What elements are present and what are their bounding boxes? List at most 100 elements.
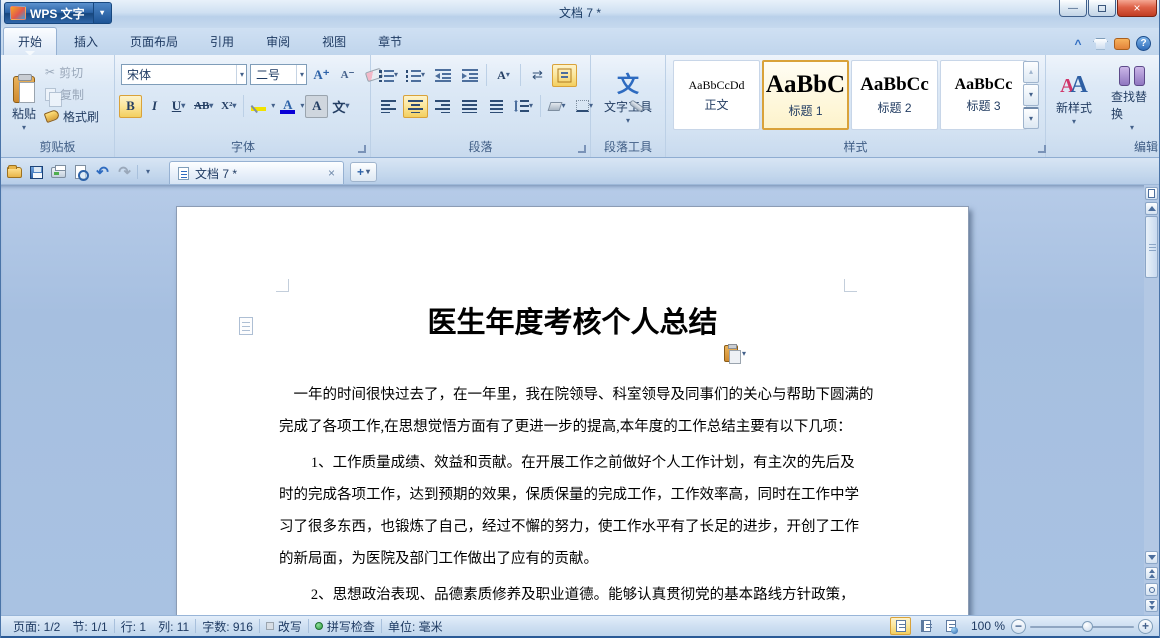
find-replace-button[interactable]: 查找替换 ▾ <box>1104 57 1159 141</box>
decrease-font-button[interactable]: A⁻ <box>336 63 359 86</box>
vertical-scrollbar[interactable] <box>1144 185 1159 615</box>
zoom-in-button[interactable]: + <box>1138 618 1153 634</box>
align-center-button[interactable] <box>403 94 428 118</box>
undo-button[interactable]: ↶ <box>93 163 112 181</box>
tab-home[interactable]: 开始 <box>3 27 58 55</box>
strikethrough-button[interactable]: AB ▾ <box>191 95 216 118</box>
select-browse-object-button[interactable] <box>1145 583 1158 596</box>
chevron-down-icon: ▾ <box>100 8 105 17</box>
quick-access-customize-button[interactable]: ▾ <box>141 163 155 181</box>
highlight-color-button[interactable] <box>247 95 270 118</box>
wps-app-menu-button[interactable]: WPS 文字 ▾ <box>4 2 112 24</box>
status-page[interactable]: 页面: 1/2 <box>7 618 66 635</box>
status-word-count[interactable]: 字数: 916 <box>196 618 259 635</box>
character-shading-button[interactable]: A <box>305 94 329 118</box>
web-view-button[interactable] <box>940 617 961 635</box>
distribute-button[interactable] <box>484 95 509 118</box>
document-page[interactable]: 医生年度考核个人总结 ▾ 一年的时间很快过去了，在一年里，我在院领导、科室领导及… <box>176 206 969 638</box>
font-dialog-launcher-icon[interactable] <box>358 145 366 153</box>
align-left-button[interactable] <box>376 95 401 118</box>
underline-button[interactable]: U ▾ <box>167 95 190 118</box>
font-name-combo[interactable]: 宋体 ▾ <box>121 64 247 85</box>
style-heading1[interactable]: AaBbC 标题 1 <box>762 60 849 130</box>
bold-button[interactable]: B <box>119 94 142 118</box>
next-page-button[interactable] <box>1145 599 1158 612</box>
paste-options-button[interactable]: ▾ <box>724 344 746 364</box>
scroll-up-button[interactable] <box>1145 202 1158 215</box>
cut-button[interactable]: ✂ 剪切 <box>45 61 99 83</box>
maximize-button[interactable] <box>1088 0 1116 17</box>
character-scale-button[interactable]: A ▾ <box>491 64 516 87</box>
numbered-list-icon <box>405 69 421 82</box>
text-tool-button[interactable]: 文 文字工具 ▾ <box>596 57 660 141</box>
copy-button[interactable]: 复制 <box>45 83 99 107</box>
redo-button[interactable]: ↷ <box>115 163 134 181</box>
superscript-button[interactable]: X² ▾ <box>217 95 240 118</box>
close-button[interactable]: × <box>1117 0 1157 17</box>
outline-view-button[interactable] <box>915 617 936 635</box>
status-column[interactable]: 列: 11 <box>152 618 195 635</box>
print-button[interactable] <box>49 163 68 181</box>
italic-button[interactable]: I <box>143 95 166 118</box>
justify-button[interactable] <box>457 95 482 118</box>
shading-button[interactable]: ▾ <box>545 95 570 118</box>
align-right-button[interactable] <box>430 95 455 118</box>
chinese-layout-button[interactable]: 文 ▾ <box>329 95 352 118</box>
format-painter-button[interactable]: 格式刷 <box>43 105 99 127</box>
chevron-down-icon[interactable]: ▾ <box>300 102 304 110</box>
new-document-tab-button[interactable]: + ▾ <box>350 162 378 182</box>
print-preview-button[interactable] <box>71 163 90 181</box>
minimize-button[interactable]: — <box>1059 0 1087 17</box>
community-icon[interactable] <box>1114 37 1130 50</box>
tab-view[interactable]: 视图 <box>307 27 361 55</box>
bullet-list-button[interactable]: ▾ <box>376 64 401 87</box>
chevron-down-icon[interactable]: ▾ <box>271 102 275 110</box>
new-style-button[interactable]: AA 新样式 ▾ <box>1048 57 1100 141</box>
overwrite-toggle[interactable]: 改写 <box>260 618 308 635</box>
line-spacing-button[interactable]: ▾ <box>511 95 536 118</box>
tab-page-layout[interactable]: 页面布局 <box>115 27 193 55</box>
style-heading3[interactable]: AaBbCc 标题 3 <box>940 60 1027 130</box>
numbered-list-button[interactable]: ▾ <box>403 64 428 87</box>
zoom-slider[interactable] <box>1030 619 1134 634</box>
show-marks-button[interactable] <box>552 63 577 87</box>
increase-indent-button[interactable] <box>457 64 482 87</box>
styles-dialog-launcher-icon[interactable] <box>1038 145 1046 153</box>
paste-button[interactable]: 粘贴 ▾ <box>6 61 42 147</box>
styles-scroll-up-button[interactable]: ▴ <box>1023 61 1039 83</box>
styles-more-button[interactable]: ▾ <box>1023 107 1039 129</box>
status-line[interactable]: 行: 1 <box>115 618 152 635</box>
zoom-slider-knob[interactable] <box>1082 620 1093 632</box>
decrease-indent-button[interactable] <box>430 64 455 87</box>
previous-page-button[interactable] <box>1145 567 1158 580</box>
scroll-down-button[interactable] <box>1145 551 1158 564</box>
style-heading2[interactable]: AaBbCc 标题 2 <box>851 60 938 130</box>
save-button[interactable] <box>27 163 46 181</box>
scrollbar-thumb[interactable] <box>1145 216 1158 278</box>
tab-section[interactable]: 章节 <box>363 27 417 55</box>
app-menu-dropdown[interactable]: ▾ <box>92 3 111 23</box>
increase-font-button[interactable]: A⁺ <box>310 63 333 86</box>
status-unit[interactable]: 单位: 毫米 <box>382 618 449 635</box>
status-section[interactable]: 节: 1/1 <box>66 618 113 635</box>
tab-references[interactable]: 引用 <box>195 27 249 55</box>
tab-review[interactable]: 审阅 <box>251 27 305 55</box>
collapse-ribbon-button[interactable]: ^ <box>1069 36 1087 51</box>
zoom-out-button[interactable]: − <box>1011 618 1026 634</box>
page-view-button[interactable] <box>890 617 911 635</box>
spellcheck-toggle[interactable]: 拼写检查 <box>309 618 381 635</box>
tab-insert[interactable]: 插入 <box>59 27 113 55</box>
font-size-combo[interactable]: 二号 ▾ <box>250 64 307 85</box>
document-icon <box>178 166 189 180</box>
styles-scroll-down-button[interactable]: ▾ <box>1023 84 1039 106</box>
paragraph-dialog-launcher-icon[interactable] <box>578 145 586 153</box>
font-color-button[interactable]: A <box>276 95 299 118</box>
help-icon[interactable]: ? <box>1136 36 1151 51</box>
style-normal[interactable]: AaBbCcDd 正文 <box>673 60 760 130</box>
document-tab-close-icon[interactable]: × <box>328 166 335 180</box>
skin-icon[interactable] <box>1093 37 1108 50</box>
wrap-text-button[interactable]: ⇄ <box>525 64 550 87</box>
document-tab-active[interactable]: 文档 7 * × <box>169 161 344 184</box>
open-button[interactable] <box>5 163 24 181</box>
ruler-toggle-button[interactable] <box>1145 187 1158 200</box>
